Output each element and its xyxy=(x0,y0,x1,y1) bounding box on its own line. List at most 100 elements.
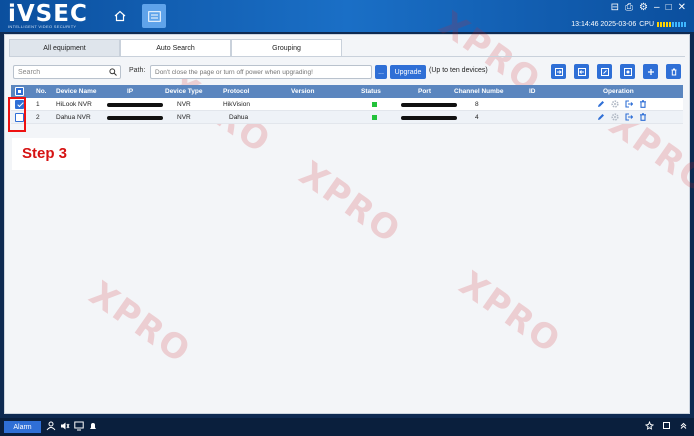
redacted-port xyxy=(401,103,457,107)
tab-all-equipment[interactable]: All equipment xyxy=(9,39,120,57)
logout-icon[interactable] xyxy=(625,100,633,108)
gear-icon[interactable] xyxy=(611,100,619,108)
export-icon xyxy=(577,67,586,76)
step-label: Step 3 xyxy=(12,138,90,170)
config-button[interactable] xyxy=(620,64,635,79)
row-protocol: Dahua xyxy=(229,114,249,121)
row-no: 2 xyxy=(36,114,40,121)
table-row[interactable]: 1 HiLook NVR NVR HikVision 8 xyxy=(11,98,683,111)
header-no[interactable]: No. xyxy=(36,85,46,98)
audio-icon[interactable] xyxy=(60,421,70,431)
edit-icon[interactable] xyxy=(597,100,605,108)
search-input[interactable] xyxy=(14,66,108,78)
status-online-indicator xyxy=(372,115,377,120)
upgrade-button[interactable]: Upgrade xyxy=(390,65,426,79)
watermark-logo: XPRO xyxy=(601,103,694,203)
screen-icon[interactable] xyxy=(74,421,84,431)
close-icon[interactable]: ✕ xyxy=(678,3,686,13)
search-box xyxy=(13,65,121,79)
window-controls: ⊟ ⎙ ⚙ – □ ✕ xyxy=(611,3,686,13)
path-input[interactable] xyxy=(150,65,372,79)
edit-batch-button[interactable] xyxy=(597,64,612,79)
import-icon xyxy=(554,67,563,76)
plus-icon xyxy=(647,68,654,75)
header-id[interactable]: ID xyxy=(529,85,536,98)
row-channel-number: 8 xyxy=(475,101,479,108)
bottom-bar: Alarm xyxy=(0,418,694,436)
header-port[interactable]: Port xyxy=(418,85,431,98)
gear-icon[interactable] xyxy=(611,113,619,121)
header-version[interactable]: Version xyxy=(291,85,314,98)
tab-auto-search[interactable]: Auto Search xyxy=(120,39,231,57)
header-device-name[interactable]: Device Name xyxy=(56,85,96,98)
trash-icon xyxy=(671,68,676,75)
row-operations xyxy=(597,100,647,108)
row-no: 1 xyxy=(36,101,40,108)
alarm-button[interactable]: Alarm xyxy=(4,421,41,433)
toolbar-actions xyxy=(551,64,681,79)
logo-subtitle: INTELLIGENT VIDEO SECURITY xyxy=(8,24,77,29)
cpu-label: CPU xyxy=(639,21,654,28)
upgrade-note: (Up to ten devices) xyxy=(429,67,488,74)
export-button[interactable] xyxy=(574,64,589,79)
add-device-button[interactable] xyxy=(643,64,658,79)
device-table: No. Device Name IP Device Type Protocol … xyxy=(11,85,683,124)
row-protocol: HikVision xyxy=(223,101,250,108)
edit-icon[interactable] xyxy=(597,113,605,121)
redacted-ip xyxy=(107,116,163,120)
bottom-right-controls xyxy=(645,421,688,430)
maximize-icon[interactable]: □ xyxy=(666,3,672,13)
datetime: 13:14:46 2025-03-06 xyxy=(571,21,637,28)
watermark-logo: XPRO xyxy=(291,153,409,253)
row-operations xyxy=(597,113,647,121)
status-online-indicator xyxy=(372,102,377,107)
bell-icon[interactable] xyxy=(88,421,98,431)
top-bar: iVSEC INTELLIGENT VIDEO SECURITY ⊟ ⎙ ⚙ –… xyxy=(0,0,694,32)
row-device-name: HiLook NVR xyxy=(56,101,92,108)
header-channel-number[interactable]: Channel Numbe xyxy=(454,85,503,98)
home-button[interactable] xyxy=(108,4,132,28)
cpu-meter xyxy=(657,22,686,27)
logo-text: iVSEC xyxy=(8,1,88,27)
header-ip[interactable]: IP xyxy=(127,85,133,98)
import-button[interactable] xyxy=(551,64,566,79)
row-device-type: NVR xyxy=(177,114,191,121)
logo: iVSEC INTELLIGENT VIDEO SECURITY xyxy=(8,1,88,30)
redacted-port xyxy=(401,116,457,120)
layout-icon[interactable]: ⊟ xyxy=(611,3,619,13)
table-row[interactable]: 2 Dahua NVR NVR Dahua 4 xyxy=(11,111,683,124)
device-list-icon xyxy=(147,10,161,22)
settings-icon[interactable]: ⚙ xyxy=(639,3,648,13)
fullscreen-icon[interactable] xyxy=(662,421,671,430)
bottom-status-icons xyxy=(46,421,98,431)
step-highlight-box xyxy=(8,97,26,132)
header-protocol[interactable]: Protocol xyxy=(223,85,249,98)
tab-grouping[interactable]: Grouping xyxy=(231,39,342,57)
config-icon xyxy=(623,67,632,76)
header-status[interactable]: Status xyxy=(361,85,381,98)
browse-button[interactable]: ... xyxy=(375,65,387,79)
search-icon[interactable] xyxy=(109,68,117,76)
edit-icon xyxy=(600,67,609,76)
delete-batch-button[interactable] xyxy=(666,64,681,79)
chevron-up-icon[interactable] xyxy=(679,421,688,430)
lock-icon[interactable]: ⎙ xyxy=(625,3,633,13)
row-device-name: Dahua NVR xyxy=(56,114,91,121)
row-device-type: NVR xyxy=(177,101,191,108)
header-device-type[interactable]: Device Type xyxy=(165,85,202,98)
path-label: Path: xyxy=(129,67,146,74)
system-info: 13:14:46 2025-03-06 CPU xyxy=(571,21,686,28)
watermark-logo: XPRO xyxy=(81,273,199,373)
minimize-icon[interactable]: – xyxy=(654,3,660,13)
tab-divider xyxy=(9,56,685,57)
trash-icon[interactable] xyxy=(639,100,647,108)
tab-bar: All equipment Auto Search Grouping xyxy=(9,39,342,57)
toolbar: Path: ... Upgrade (Up to ten devices) xyxy=(11,64,683,80)
person-alert-icon[interactable] xyxy=(46,421,56,431)
pin-icon[interactable] xyxy=(645,421,654,430)
main-content: XPRO XPRO XPRO XPRO XPRO XPRO All equipm… xyxy=(4,4,694,414)
logout-icon[interactable] xyxy=(625,113,633,121)
trash-icon[interactable] xyxy=(639,113,647,121)
device-list-button[interactable] xyxy=(142,4,166,28)
row-channel-number: 4 xyxy=(475,114,479,121)
